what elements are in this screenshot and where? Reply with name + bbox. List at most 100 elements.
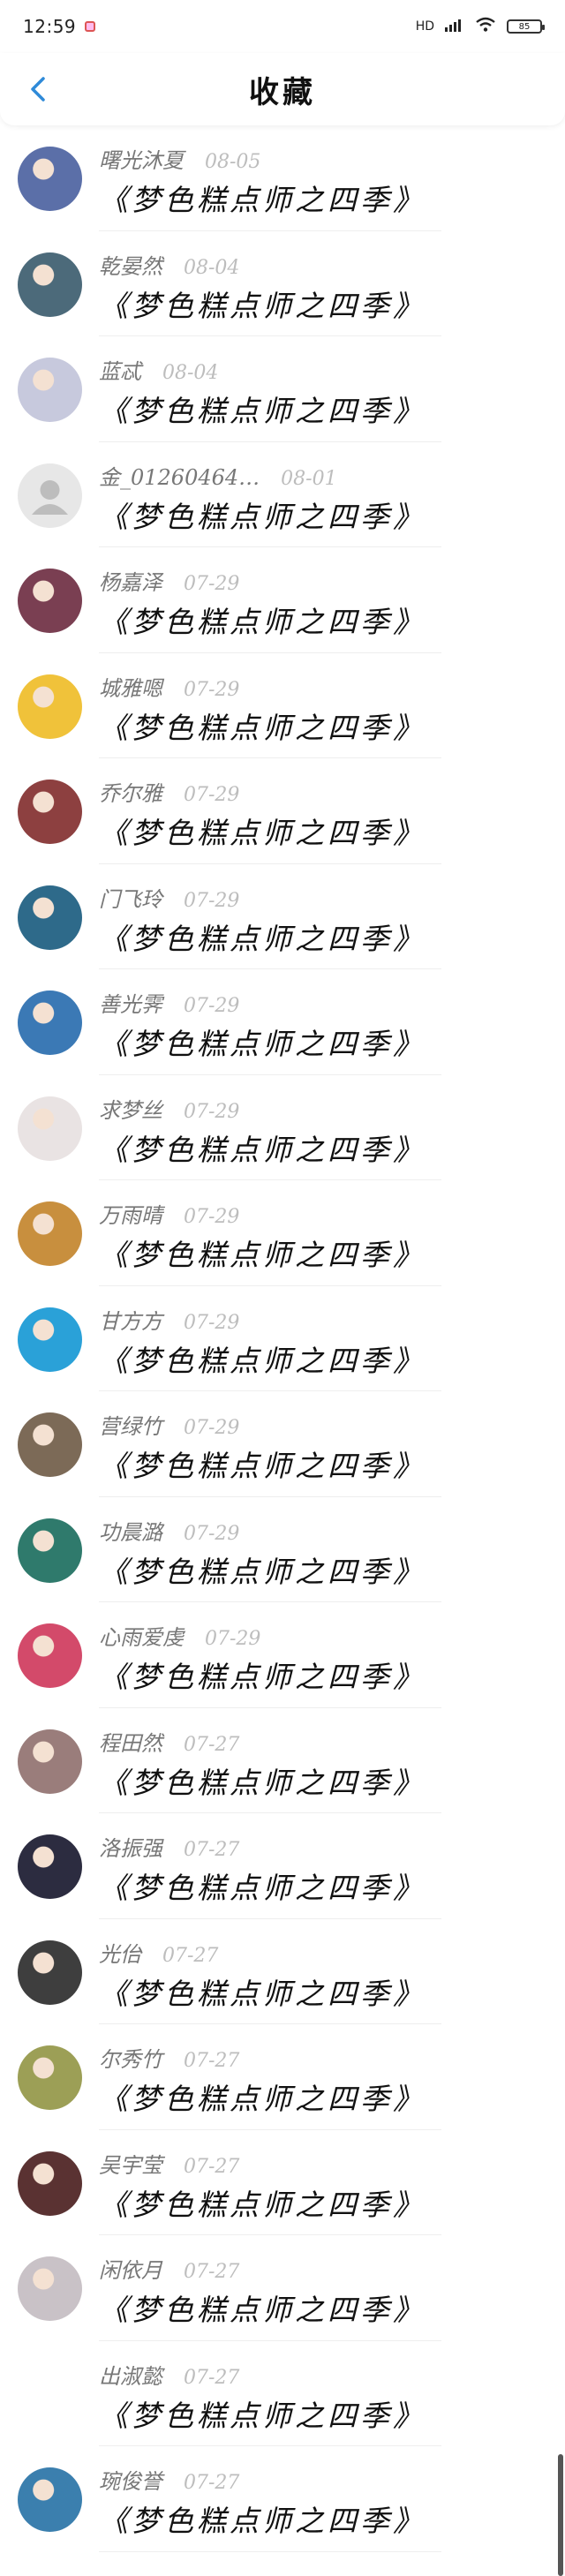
item-title[interactable]: 《梦色糕点师之四季》	[99, 1442, 426, 1485]
item-title[interactable]: 《梦色糕点师之四季》	[99, 1759, 426, 1802]
list-item[interactable]: 程田然 07-27 《梦色糕点师之四季》	[0, 1708, 565, 1813]
item-date: 07-29	[184, 1311, 240, 1334]
item-title[interactable]: 《梦色糕点师之四季》	[99, 1232, 426, 1274]
list-item[interactable]: 万雨晴 07-29 《梦色糕点师之四季》	[0, 1180, 565, 1286]
item-meta: 蓝忒 08-04	[99, 354, 218, 385]
scrollbar[interactable]	[558, 2454, 563, 2576]
list-item[interactable]: 甘方方 07-29 《梦色糕点师之四季》	[0, 1286, 565, 1391]
avatar[interactable]	[18, 2045, 82, 2110]
item-title[interactable]: 《梦色糕点师之四季》	[99, 915, 426, 958]
item-meta: 光佁 07-27	[99, 1937, 218, 1968]
user-name: 营绿竹	[99, 1414, 162, 1439]
list-item[interactable]: 闲依月 07-27 《梦色糕点师之四季》	[0, 2235, 565, 2341]
item-meta: 杨嘉泽 07-29	[99, 565, 239, 596]
item-title[interactable]: 《梦色糕点师之四季》	[99, 2181, 426, 2224]
avatar[interactable]	[18, 358, 82, 422]
avatar[interactable]	[18, 1729, 82, 1794]
item-meta: 求梦丝 07-29	[99, 1093, 239, 1124]
item-title[interactable]: 《梦色糕点师之四季》	[99, 2497, 426, 2540]
item-title[interactable]: 《梦色糕点师之四季》	[99, 388, 426, 430]
user-name: 尔秀竹	[99, 2047, 162, 2072]
item-date: 07-27	[162, 1944, 219, 1967]
avatar[interactable]	[18, 1940, 82, 2005]
item-title[interactable]: 《梦色糕点师之四季》	[99, 1337, 426, 1380]
avatar[interactable]	[18, 569, 82, 633]
list-item[interactable]: 琬俊誉 07-27 《梦色糕点师之四季》	[0, 2446, 565, 2552]
item-date: 07-29	[184, 889, 240, 912]
wifi-icon	[475, 17, 496, 36]
item-date: 07-27	[184, 2155, 240, 2178]
item-title[interactable]: 《梦色糕点师之四季》	[99, 1021, 426, 1063]
avatar[interactable]	[18, 990, 82, 1055]
avatar[interactable]	[18, 147, 82, 211]
item-title[interactable]: 《梦色糕点师之四季》	[99, 282, 426, 325]
list-item[interactable]: 善光霁 07-29 《梦色糕点师之四季》	[0, 969, 565, 1075]
avatar[interactable]	[18, 2256, 82, 2321]
item-meta: 乔尔雅 07-29	[99, 776, 239, 807]
avatar[interactable]	[18, 674, 82, 739]
item-title[interactable]: 《梦色糕点师之四季》	[99, 177, 426, 219]
list-item[interactable]: 尔秀竹 07-27 《梦色糕点师之四季》	[0, 2024, 565, 2130]
list-item[interactable]: 蓝忒 08-04 《梦色糕点师之四季》	[0, 336, 565, 442]
avatar[interactable]	[18, 1201, 82, 1266]
notification-icon	[85, 21, 96, 32]
list-item[interactable]: 乾晏然 08-04 《梦色糕点师之四季》	[0, 231, 565, 336]
item-date: 07-29	[184, 1100, 240, 1123]
user-name: 善光霁	[99, 992, 162, 1017]
signal-icon	[445, 18, 464, 35]
item-meta: 琬俊誉 07-27	[99, 2464, 239, 2495]
list-item[interactable]: 乔尔雅 07-29 《梦色糕点师之四季》	[0, 758, 565, 864]
item-meta: 程田然 07-27	[99, 1726, 239, 1757]
avatar[interactable]	[18, 1307, 82, 1372]
avatar[interactable]	[18, 463, 82, 528]
item-date: 07-27	[184, 2472, 240, 2494]
item-title[interactable]: 《梦色糕点师之四季》	[99, 2075, 426, 2118]
list-item[interactable]: 光佁 07-27 《梦色糕点师之四季》	[0, 1919, 565, 2024]
list-item[interactable]: 杨嘉泽 07-29 《梦色糕点师之四季》	[0, 547, 565, 653]
item-title[interactable]: 《梦色糕点师之四季》	[99, 1126, 426, 1169]
item-title[interactable]: 《梦色糕点师之四季》	[99, 493, 426, 536]
item-title[interactable]: 《梦色糕点师之四季》	[99, 810, 426, 852]
avatar[interactable]	[18, 1096, 82, 1161]
avatar[interactable]	[18, 2150, 82, 2216]
item-date: 07-29	[205, 1628, 261, 1650]
item-date: 07-27	[184, 2366, 240, 2389]
avatar[interactable]	[18, 2467, 82, 2532]
avatar[interactable]	[18, 780, 82, 844]
list-item[interactable]: 城雅嗯 07-29 《梦色糕点师之四季》	[0, 653, 565, 758]
status-left: 12:59	[23, 16, 96, 37]
item-title[interactable]: 《梦色糕点师之四季》	[99, 704, 426, 747]
list-item[interactable]: 洛振强 07-27 《梦色糕点师之四季》	[0, 1813, 565, 1919]
list-item[interactable]: 曙光沐夏 08-05 《梦色糕点师之四季》	[0, 125, 565, 231]
item-title[interactable]: 《梦色糕点师之四季》	[99, 1970, 426, 2013]
nav-bar: 收藏	[0, 53, 565, 125]
user-name: 蓝忒	[99, 359, 141, 384]
item-title[interactable]: 《梦色糕点师之四季》	[99, 1548, 426, 1591]
user-name: 心雨爱虔	[99, 1625, 184, 1650]
list-item[interactable]: 心雨爱虔 07-29 《梦色糕点师之四季》	[0, 1602, 565, 1708]
list-item[interactable]: 门飞玲 07-29 《梦色糕点师之四季》	[0, 864, 565, 969]
list-item[interactable]: 求梦丝 07-29 《梦色糕点师之四季》	[0, 1075, 565, 1180]
list-item[interactable]: 金_01260464… 08-01 《梦色糕点师之四季》	[0, 442, 565, 547]
avatar[interactable]	[18, 1412, 82, 1477]
avatar[interactable]	[18, 1518, 82, 1583]
item-title[interactable]: 《梦色糕点师之四季》	[99, 2286, 426, 2329]
avatar[interactable]	[18, 252, 82, 317]
list-item[interactable]: 吴宇莹 07-27 《梦色糕点师之四季》	[0, 2130, 565, 2235]
list-item[interactable]: 出淑懿 07-27 《梦色糕点师之四季》	[0, 2341, 565, 2446]
item-meta: 曙光沐夏 08-05	[99, 143, 260, 174]
avatar[interactable]	[18, 2362, 82, 2427]
item-title[interactable]: 《梦色糕点师之四季》	[99, 1653, 426, 1696]
avatar[interactable]	[18, 885, 82, 950]
battery-icon: 85	[507, 19, 545, 34]
avatar[interactable]	[18, 1623, 82, 1688]
user-name: 乾晏然	[99, 253, 162, 279]
avatar[interactable]	[18, 1834, 82, 1899]
item-title[interactable]: 《梦色糕点师之四季》	[99, 1864, 426, 1907]
item-title[interactable]: 《梦色糕点师之四季》	[99, 2392, 426, 2435]
back-button[interactable]	[18, 69, 58, 109]
item-meta: 金_01260464… 08-01	[99, 460, 337, 491]
list-item[interactable]: 营绿竹 07-29 《梦色糕点师之四季》	[0, 1391, 565, 1497]
list-item[interactable]: 功晨潞 07-29 《梦色糕点师之四季》	[0, 1497, 565, 1602]
item-title[interactable]: 《梦色糕点师之四季》	[99, 599, 426, 641]
